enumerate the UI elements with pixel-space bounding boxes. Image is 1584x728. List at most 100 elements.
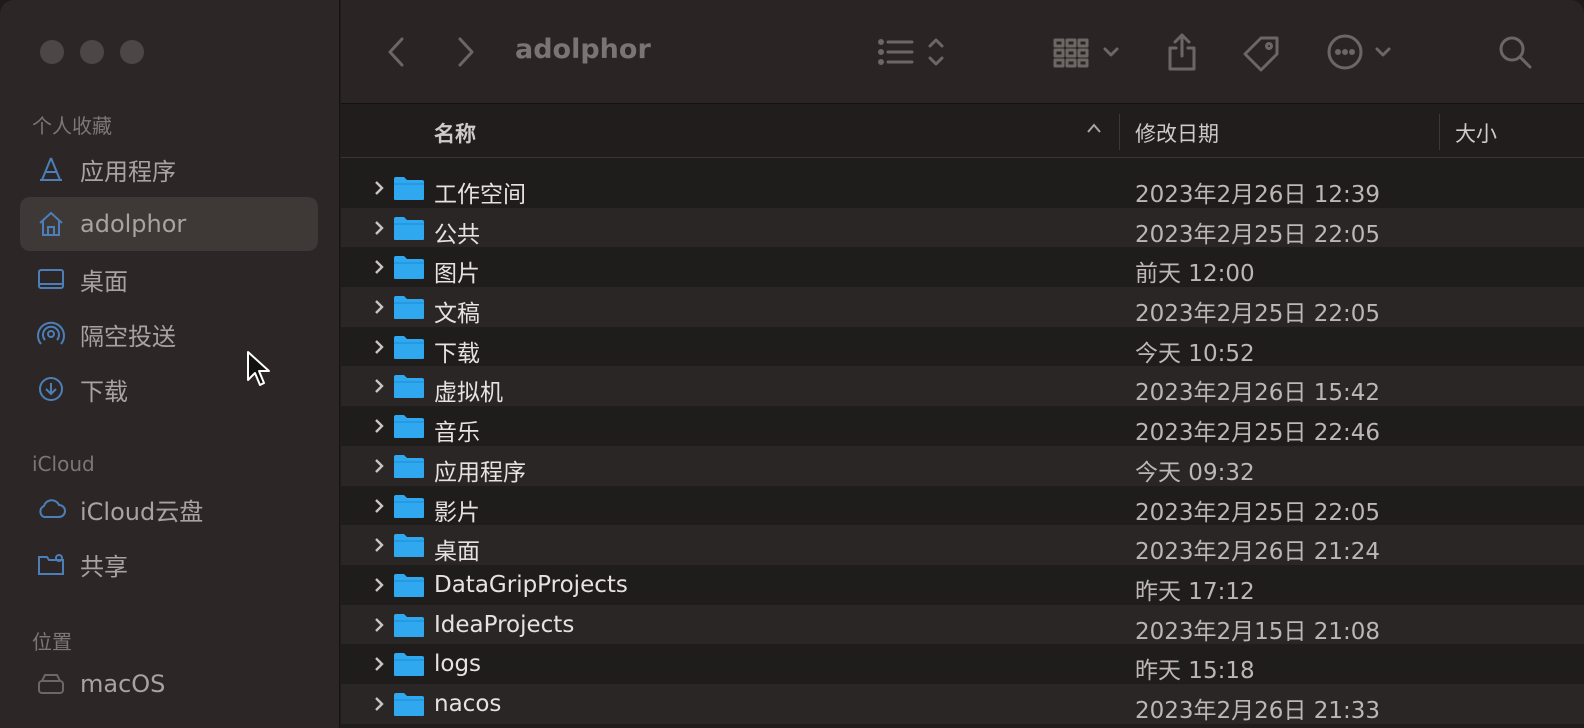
file-row[interactable]: 音乐 2023年2月25日 22:46 (341, 406, 1584, 446)
disclosure-chevron-icon[interactable] (371, 417, 387, 435)
file-name: 公共 (434, 221, 480, 248)
icloud-section-title: iCloud (32, 452, 95, 476)
column-name-header[interactable]: 名称 (434, 118, 476, 148)
file-date: 2023年2月26日 21:24 (1135, 539, 1381, 566)
close-button[interactable] (40, 40, 64, 64)
file-row[interactable]: 文稿 2023年2月25日 22:05 (341, 287, 1584, 327)
file-date: 2023年2月26日 15:42 (1135, 380, 1381, 407)
zoom-button[interactable] (120, 40, 144, 64)
sidebar-item-applications[interactable]: 应用程序 (20, 142, 318, 196)
minimize-button[interactable] (80, 40, 104, 64)
file-date: 2023年2月25日 22:46 (1135, 420, 1381, 447)
action-menu-button[interactable] (1325, 30, 1395, 74)
folder-icon (393, 493, 425, 519)
file-date: 2023年2月26日 21:33 (1135, 697, 1381, 724)
applications-icon (34, 152, 68, 186)
file-row[interactable]: logs 昨天 15:18 (341, 644, 1584, 684)
cloud-icon (34, 492, 68, 526)
disclosure-chevron-icon[interactable] (371, 695, 387, 713)
sidebar-item-home[interactable]: adolphor (20, 197, 318, 251)
file-row[interactable]: 公共 2023年2月25日 22:05 (341, 207, 1584, 248)
file-row[interactable]: DataGripProjects 昨天 17:12 (341, 565, 1584, 605)
favorites-section-title: 个人收藏 (32, 114, 112, 138)
sidebar-item-icloud-drive[interactable]: iCloud云盘 (20, 482, 318, 536)
finder-window: 个人收藏 应用程序 adolphor 桌面 隔空投送 下载 iCloud iCl… (0, 0, 1584, 728)
disclosure-chevron-icon[interactable] (371, 616, 387, 634)
back-button[interactable] (381, 30, 411, 74)
search-icon (1499, 36, 1532, 69)
sort-ascending-icon[interactable] (1085, 118, 1105, 143)
disclosure-chevron-icon[interactable] (371, 219, 387, 237)
disclosure-chevron-icon[interactable] (371, 377, 387, 395)
file-name: DataGripProjects (434, 571, 628, 598)
file-name: 下载 (434, 340, 480, 367)
column-divider[interactable] (1119, 114, 1120, 150)
sort-group-button[interactable] (876, 30, 948, 74)
file-row[interactable]: 虚拟机 2023年2月26日 15:42 (341, 366, 1584, 406)
file-row[interactable]: 工作空间 2023年2月26日 12:39 (341, 168, 1584, 208)
sidebar: 个人收藏 应用程序 adolphor 桌面 隔空投送 下载 iCloud iCl… (0, 0, 340, 728)
disclosure-chevron-icon[interactable] (371, 258, 387, 276)
file-name: 桌面 (434, 539, 480, 566)
grid-view-icon (1053, 38, 1119, 68)
disclosure-chevron-icon[interactable] (371, 338, 387, 356)
locations-section-title: 位置 (32, 630, 72, 654)
forward-button[interactable] (451, 30, 481, 74)
folder-icon (393, 413, 425, 439)
folder-icon (393, 572, 425, 598)
sidebar-item-airdrop[interactable]: 隔空投送 (20, 307, 318, 361)
downloads-icon (34, 372, 68, 406)
file-row[interactable]: 影片 2023年2月25日 22:05 (341, 486, 1584, 526)
file-date: 2023年2月25日 22:05 (1135, 499, 1381, 526)
file-row[interactable]: nacos 2023年2月26日 21:33 (341, 683, 1584, 724)
window-title: adolphor (515, 34, 651, 65)
file-row[interactable]: IdeaProjects 2023年2月15日 21:08 (341, 604, 1584, 645)
share-button[interactable] (1165, 30, 1199, 74)
sidebar-item-label: 应用程序 (80, 157, 176, 186)
disclosure-chevron-icon[interactable] (371, 179, 387, 197)
folder-icon (393, 691, 425, 717)
tag-button[interactable] (1239, 30, 1283, 74)
file-date: 今天 10:52 (1135, 340, 1255, 367)
disclosure-chevron-icon[interactable] (371, 457, 387, 475)
folder-icon (393, 175, 425, 201)
file-name: 影片 (434, 499, 480, 526)
file-date: 前天 12:00 (1135, 261, 1255, 288)
disclosure-chevron-icon[interactable] (371, 536, 387, 554)
column-divider[interactable] (1439, 114, 1440, 150)
tag-icon (1243, 36, 1279, 72)
file-row[interactable]: 桌面 2023年2月26日 21:24 (341, 525, 1584, 565)
sidebar-item-downloads[interactable]: 下载 (20, 362, 318, 416)
disclosure-chevron-icon[interactable] (371, 576, 387, 594)
disclosure-chevron-icon[interactable] (371, 497, 387, 515)
airdrop-icon (34, 317, 68, 351)
file-name: 文稿 (434, 301, 480, 328)
file-row[interactable]: 图片 前天 12:00 (341, 247, 1584, 287)
folder-icon (393, 532, 425, 558)
desktop-icon (34, 262, 68, 296)
window-controls (40, 40, 144, 64)
sidebar-item-desktop[interactable]: 桌面 (20, 252, 318, 306)
file-name: 应用程序 (434, 459, 526, 486)
file-date: 2023年2月15日 21:08 (1135, 618, 1381, 645)
sidebar-item-label: macOS (80, 670, 166, 698)
file-row[interactable]: 应用程序 今天 09:32 (341, 445, 1584, 486)
folder-icon (393, 612, 425, 638)
disclosure-chevron-icon[interactable] (371, 298, 387, 316)
view-options-button[interactable] (1053, 30, 1123, 74)
toolbar: adolphor (341, 0, 1584, 104)
file-date: 今天 09:32 (1135, 459, 1255, 486)
sidebar-item-macos[interactable]: macOS (20, 657, 318, 711)
sidebar-item-shared[interactable]: 共享 (20, 537, 318, 591)
search-button[interactable] (1495, 30, 1535, 74)
sidebar-item-label: iCloud云盘 (80, 497, 204, 526)
column-size-header[interactable]: 大小 (1455, 118, 1497, 148)
file-name: nacos (434, 690, 502, 717)
column-date-header[interactable]: 修改日期 (1135, 118, 1219, 148)
file-row[interactable]: 下载 今天 10:52 (341, 327, 1584, 367)
file-name: 音乐 (434, 420, 480, 447)
file-name: IdeaProjects (434, 611, 575, 638)
file-list: 工作空间 2023年2月26日 12:39 公共 2023年2月25日 22:05 图片… (341, 168, 1584, 724)
disclosure-chevron-icon[interactable] (371, 655, 387, 673)
sidebar-item-label: adolphor (80, 210, 187, 238)
